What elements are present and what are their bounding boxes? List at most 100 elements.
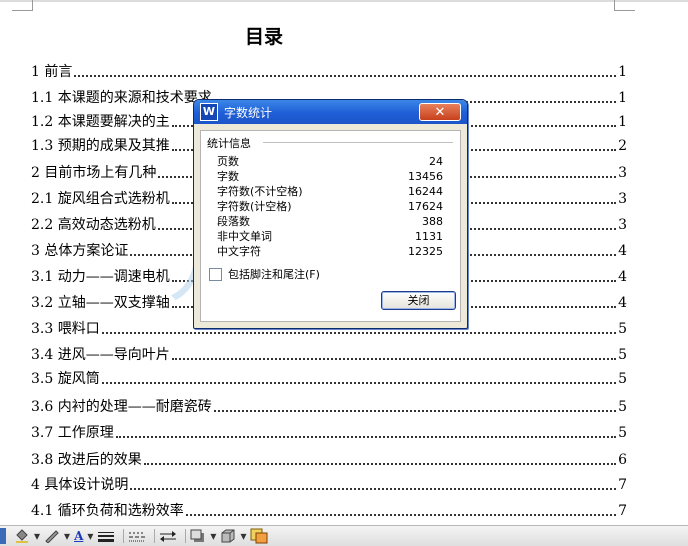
toc-entry[interactable]: 3.8 改进后的效果 6: [31, 449, 627, 471]
stat-row: 字数 13456: [217, 169, 443, 184]
toc-entry[interactable]: 1 前言 1: [31, 61, 627, 83]
toc-leader-dots: [74, 75, 617, 77]
toc-entry[interactable]: 4 具体设计说明 7: [31, 474, 627, 496]
stat-value: 12325: [408, 245, 443, 258]
toc-entry-text: 1.2 本课题要解决的主: [31, 114, 170, 130]
shadow-icon[interactable]: [190, 528, 206, 544]
toc-entry-page: 5: [618, 321, 627, 337]
toc-entry-page: 5: [618, 399, 627, 415]
close-button[interactable]: 关闭: [381, 291, 456, 310]
font-color-icon[interactable]: A: [74, 528, 83, 544]
include-footnotes-label: 包括脚注和尾注(F): [228, 268, 320, 281]
toc-entry-page: 5: [618, 425, 627, 441]
stat-row: 字符数(计空格) 17624: [217, 199, 443, 214]
toc-leader-dots: [185, 514, 617, 516]
toc-entry-page: 5: [618, 347, 627, 363]
pen-dropdown-icon[interactable]: ▾: [64, 528, 70, 544]
toc-entry-text: 3 总体方案论证: [31, 243, 129, 259]
stat-row: 段落数 388: [217, 214, 443, 229]
toc-entry-page: 7: [618, 503, 627, 519]
font-color-glyph: A: [74, 529, 84, 543]
page-top-rule: [0, 0, 688, 2]
toc-entry-page: 4: [618, 295, 627, 311]
margin-corner-right: [614, 0, 635, 11]
toc-entry[interactable]: 3.6 内衬的处理——耐磨瓷砖 5: [31, 396, 627, 418]
toolbar-separator: [123, 529, 125, 543]
toc-entry-page: 1: [618, 64, 627, 80]
include-footnotes-checkbox[interactable]: [209, 267, 222, 281]
toc-entry-page: 4: [618, 243, 627, 259]
toc-entry[interactable]: 3.5 旋风筒 5: [31, 368, 627, 390]
toc-leader-dots: [143, 463, 617, 465]
stat-value: 24: [429, 155, 443, 168]
toc-entry-page: 5: [618, 371, 627, 387]
line-color-dropdown-icon[interactable]: ▾: [34, 528, 40, 544]
arrow-style-icon[interactable]: [159, 528, 177, 544]
stat-value: 388: [422, 215, 443, 228]
toc-entry[interactable]: 3.7 工作原理 5: [31, 422, 627, 444]
toc-entry-text: 1 前言: [31, 64, 73, 80]
stat-row: 页数 24: [217, 154, 443, 169]
toc-entry-text: 3.4 进风——导向叶片: [31, 347, 170, 363]
stat-label: 段落数: [217, 215, 250, 228]
toc-entry-text: 3.6 内衬的处理——耐磨瓷砖: [31, 399, 212, 415]
toc-leader-dots: [130, 488, 617, 490]
toc-entry-page: 1: [618, 90, 627, 106]
stat-value: 13456: [408, 170, 443, 183]
toc-entry-text: 3.2 立轴——双支撑轴: [31, 295, 170, 311]
toc-entry-page: 6: [618, 452, 627, 468]
toc-entry-text: 4.1 循环负荷和选粉效率: [31, 503, 184, 519]
toolbar-separator: [154, 529, 156, 543]
shadow-dropdown-icon[interactable]: ▾: [210, 528, 216, 544]
toc-leader-dots: [115, 436, 617, 438]
line-style-icon[interactable]: [97, 528, 115, 544]
toc-entry[interactable]: 4.1 循环负荷和选粉效率 7: [31, 500, 627, 522]
toc-entry-page: 3: [618, 165, 627, 181]
dialog-title: 字数统计: [224, 105, 273, 120]
toc-entry-text: 2 目前市场上有几种: [31, 165, 157, 181]
stat-row: 字符数(不计空格) 16244: [217, 184, 443, 199]
paint-bucket-icon[interactable]: [14, 528, 30, 544]
toc-entry-page: 1: [618, 114, 627, 130]
stat-label: 字数: [217, 170, 239, 183]
toc-entry-page: 3: [618, 217, 627, 233]
stat-label: 字符数(计空格): [217, 200, 292, 213]
pen-icon[interactable]: [44, 528, 60, 544]
stat-label: 页数: [217, 155, 239, 168]
toc-entry-text: 2.1 旋风组合式选粉机: [31, 191, 170, 207]
stat-label: 中文字符: [217, 245, 261, 258]
toc-entry-text: 3.1 动力——调速电机: [31, 269, 170, 285]
toc-entry-text: 3.5 旋风筒: [31, 371, 100, 387]
toc-entry[interactable]: 3.4 进风——导向叶片 5: [31, 344, 627, 366]
toc-entry-text: 2.2 高效动态选粉机: [31, 217, 156, 233]
include-footnotes-option[interactable]: 包括脚注和尾注(F): [209, 266, 320, 282]
3d-dropdown-icon[interactable]: ▾: [240, 528, 246, 544]
toc-entry-text: 4 具体设计说明: [31, 477, 129, 493]
toc-entry-text: 1.1 本课题的来源和技术要求: [31, 90, 212, 106]
stat-label: 字符数(不计空格): [217, 185, 303, 198]
toc-entry-text: 3.8 改进后的效果: [31, 452, 142, 468]
stat-value: 1131: [415, 230, 443, 243]
stat-value: 17624: [408, 200, 443, 213]
toc-entry-text: 3.3 喂料口: [31, 321, 100, 337]
toc-entry-page: 4: [618, 269, 627, 285]
toc-leader-dots: [101, 382, 617, 384]
close-icon[interactable]: ✕: [419, 103, 461, 121]
group-divider: [263, 142, 453, 143]
dialog-body: 统计信息 页数 24 字数 13456 字符数(不计空格) 16244 字符数(计空格) 17…: [200, 130, 461, 322]
toc-entry-page: 2: [618, 138, 627, 154]
picture-icon[interactable]: [250, 528, 268, 544]
toc-leader-dots: [171, 358, 617, 360]
dash-style-icon[interactable]: [128, 528, 146, 544]
font-color-dropdown-icon[interactable]: ▾: [87, 528, 93, 544]
toc-leader-dots: [213, 410, 617, 412]
toolbar-separator: [185, 529, 187, 543]
toc-title: 目录: [244, 26, 283, 48]
stats-group-label: 统计信息: [207, 137, 251, 150]
dialog-titlebar[interactable]: W 字数统计 ✕: [194, 100, 467, 124]
stat-label: 非中文单词: [217, 230, 272, 243]
toc-entry-page: 7: [618, 477, 627, 493]
wps-app-icon: W: [200, 103, 218, 121]
3d-icon[interactable]: [220, 528, 236, 544]
toc-entry-text: 3.7 工作原理: [31, 425, 114, 441]
